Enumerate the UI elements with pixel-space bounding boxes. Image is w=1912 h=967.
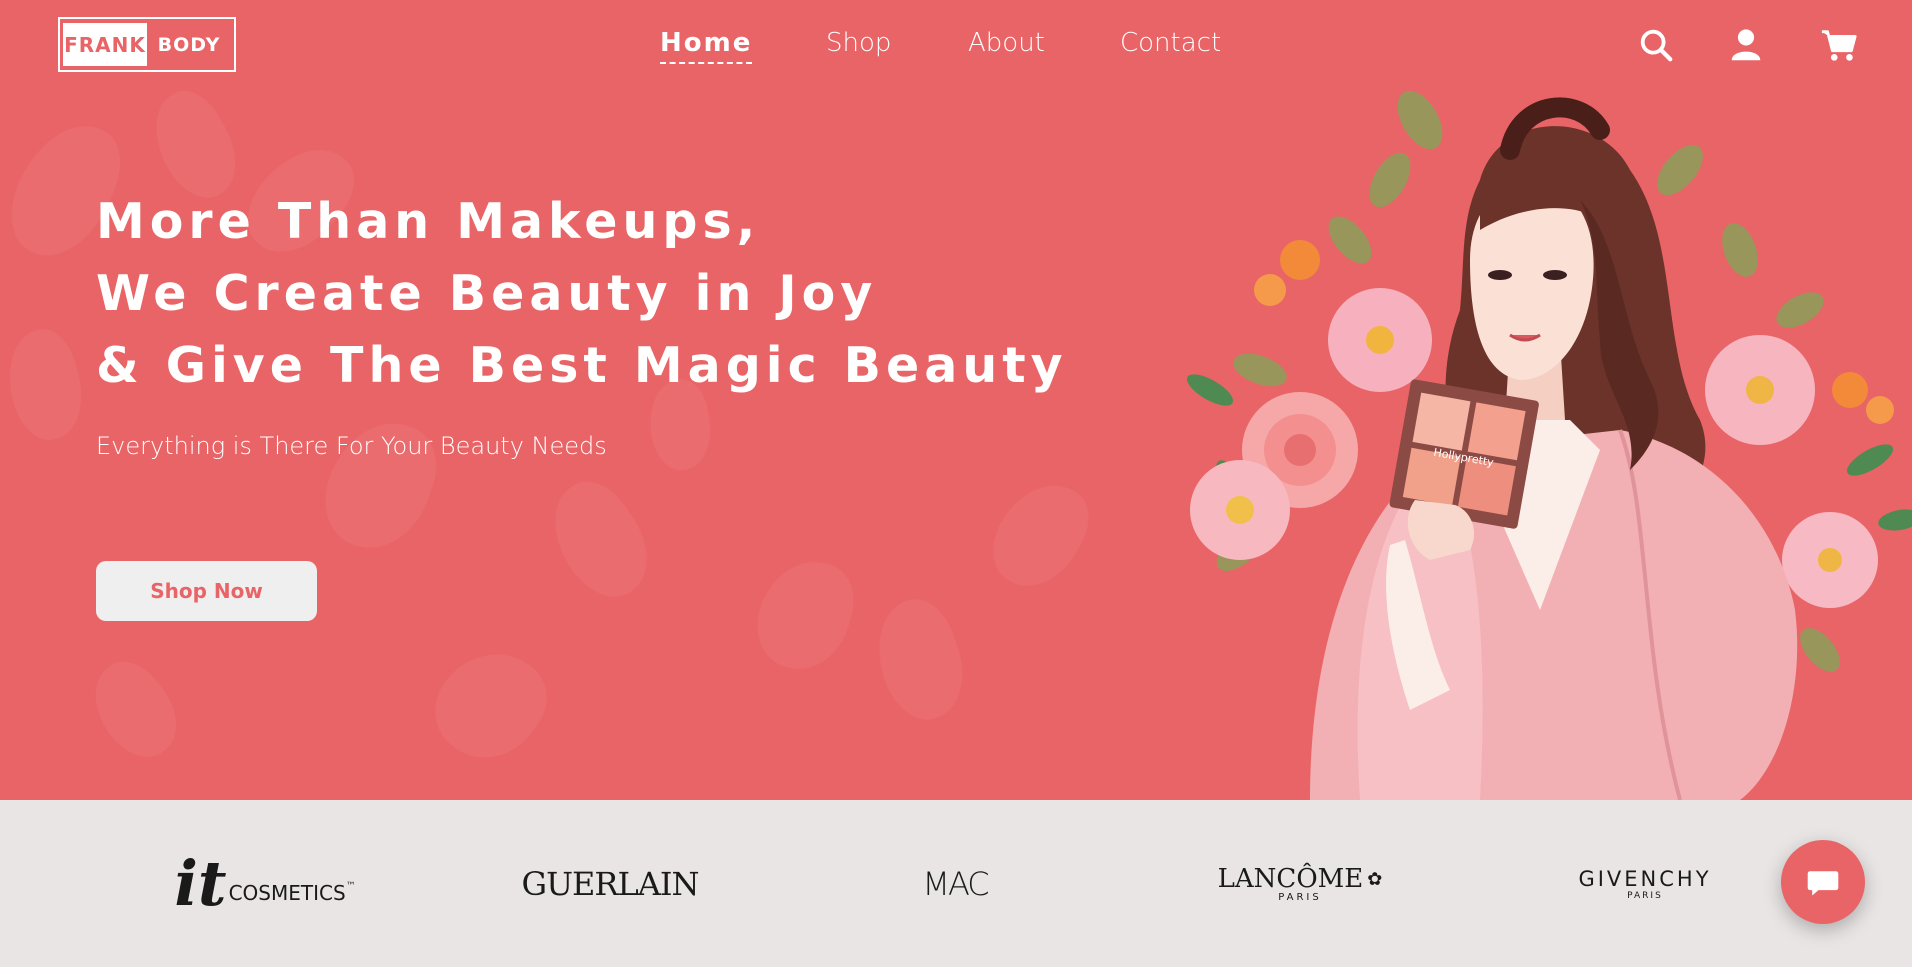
background-petal xyxy=(532,467,668,613)
headline-line-3: & Give The Best Magic Beauty xyxy=(96,337,1068,394)
givenchy-logo-text: GIVENCHY xyxy=(1578,866,1712,891)
guerlain-logo-text: GUERLAIN xyxy=(521,864,700,903)
brand-givenchy[interactable]: GIVENCHY PARIS xyxy=(1560,800,1730,967)
background-petal xyxy=(747,550,863,680)
background-petal xyxy=(310,406,450,564)
shop-now-button[interactable]: Shop Now xyxy=(96,561,317,621)
hero-headline: More Than Makeups, We Create Beauty in J… xyxy=(96,186,1068,402)
it-cosmetics-text: COSMETICS xyxy=(228,880,346,905)
lancome-paris-text: PARIS xyxy=(1278,892,1322,903)
brand-mac[interactable]: MAC xyxy=(880,800,1030,967)
brand-logo[interactable]: FRANK BODY xyxy=(58,17,236,72)
hero-illustration: Hollypretty xyxy=(1180,90,1912,800)
brand-lancome[interactable]: LANCÔME ✿ PARIS xyxy=(1210,800,1390,967)
chat-bubble-icon[interactable] xyxy=(1781,840,1865,924)
it-trademark-text: ™ xyxy=(345,881,356,892)
headline-line-1: More Than Makeups, xyxy=(96,193,761,250)
nav-about[interactable]: About xyxy=(968,28,1045,58)
search-icon[interactable] xyxy=(1637,26,1675,64)
rose-icon: ✿ xyxy=(1367,868,1383,890)
logo-body-text: BODY xyxy=(157,33,221,56)
background-petal xyxy=(977,467,1103,603)
brand-strip: it COSMETICS ™ GUERLAIN MAC LANCÔME ✿ PA… xyxy=(0,800,1912,967)
brand-guerlain[interactable]: GUERLAIN xyxy=(520,800,700,967)
nav-contact[interactable]: Contact xyxy=(1120,28,1221,58)
hero-section: FRANK BODY Home Shop About Contact More … xyxy=(0,0,1912,800)
cart-icon[interactable] xyxy=(1820,26,1858,64)
logo-frank-text: FRANK xyxy=(63,23,147,66)
headline-line-2: We Create Beauty in Joy xyxy=(96,265,878,322)
nav-home[interactable]: Home xyxy=(660,28,753,64)
lancome-logo-text: LANCÔME xyxy=(1217,864,1364,894)
background-petal xyxy=(76,649,194,771)
nav-shop[interactable]: Shop xyxy=(826,28,891,58)
it-logo-text: it xyxy=(174,846,227,920)
brand-it-cosmetics[interactable]: it COSMETICS ™ xyxy=(174,800,356,967)
background-petal xyxy=(0,322,94,448)
background-petal xyxy=(417,631,563,779)
user-icon[interactable] xyxy=(1727,26,1765,64)
mac-logo-text: MAC xyxy=(922,864,989,903)
givenchy-paris-text: PARIS xyxy=(1627,890,1663,901)
hero-subtext: Everything is There For Your Beauty Need… xyxy=(96,432,607,460)
background-petal xyxy=(861,589,979,731)
